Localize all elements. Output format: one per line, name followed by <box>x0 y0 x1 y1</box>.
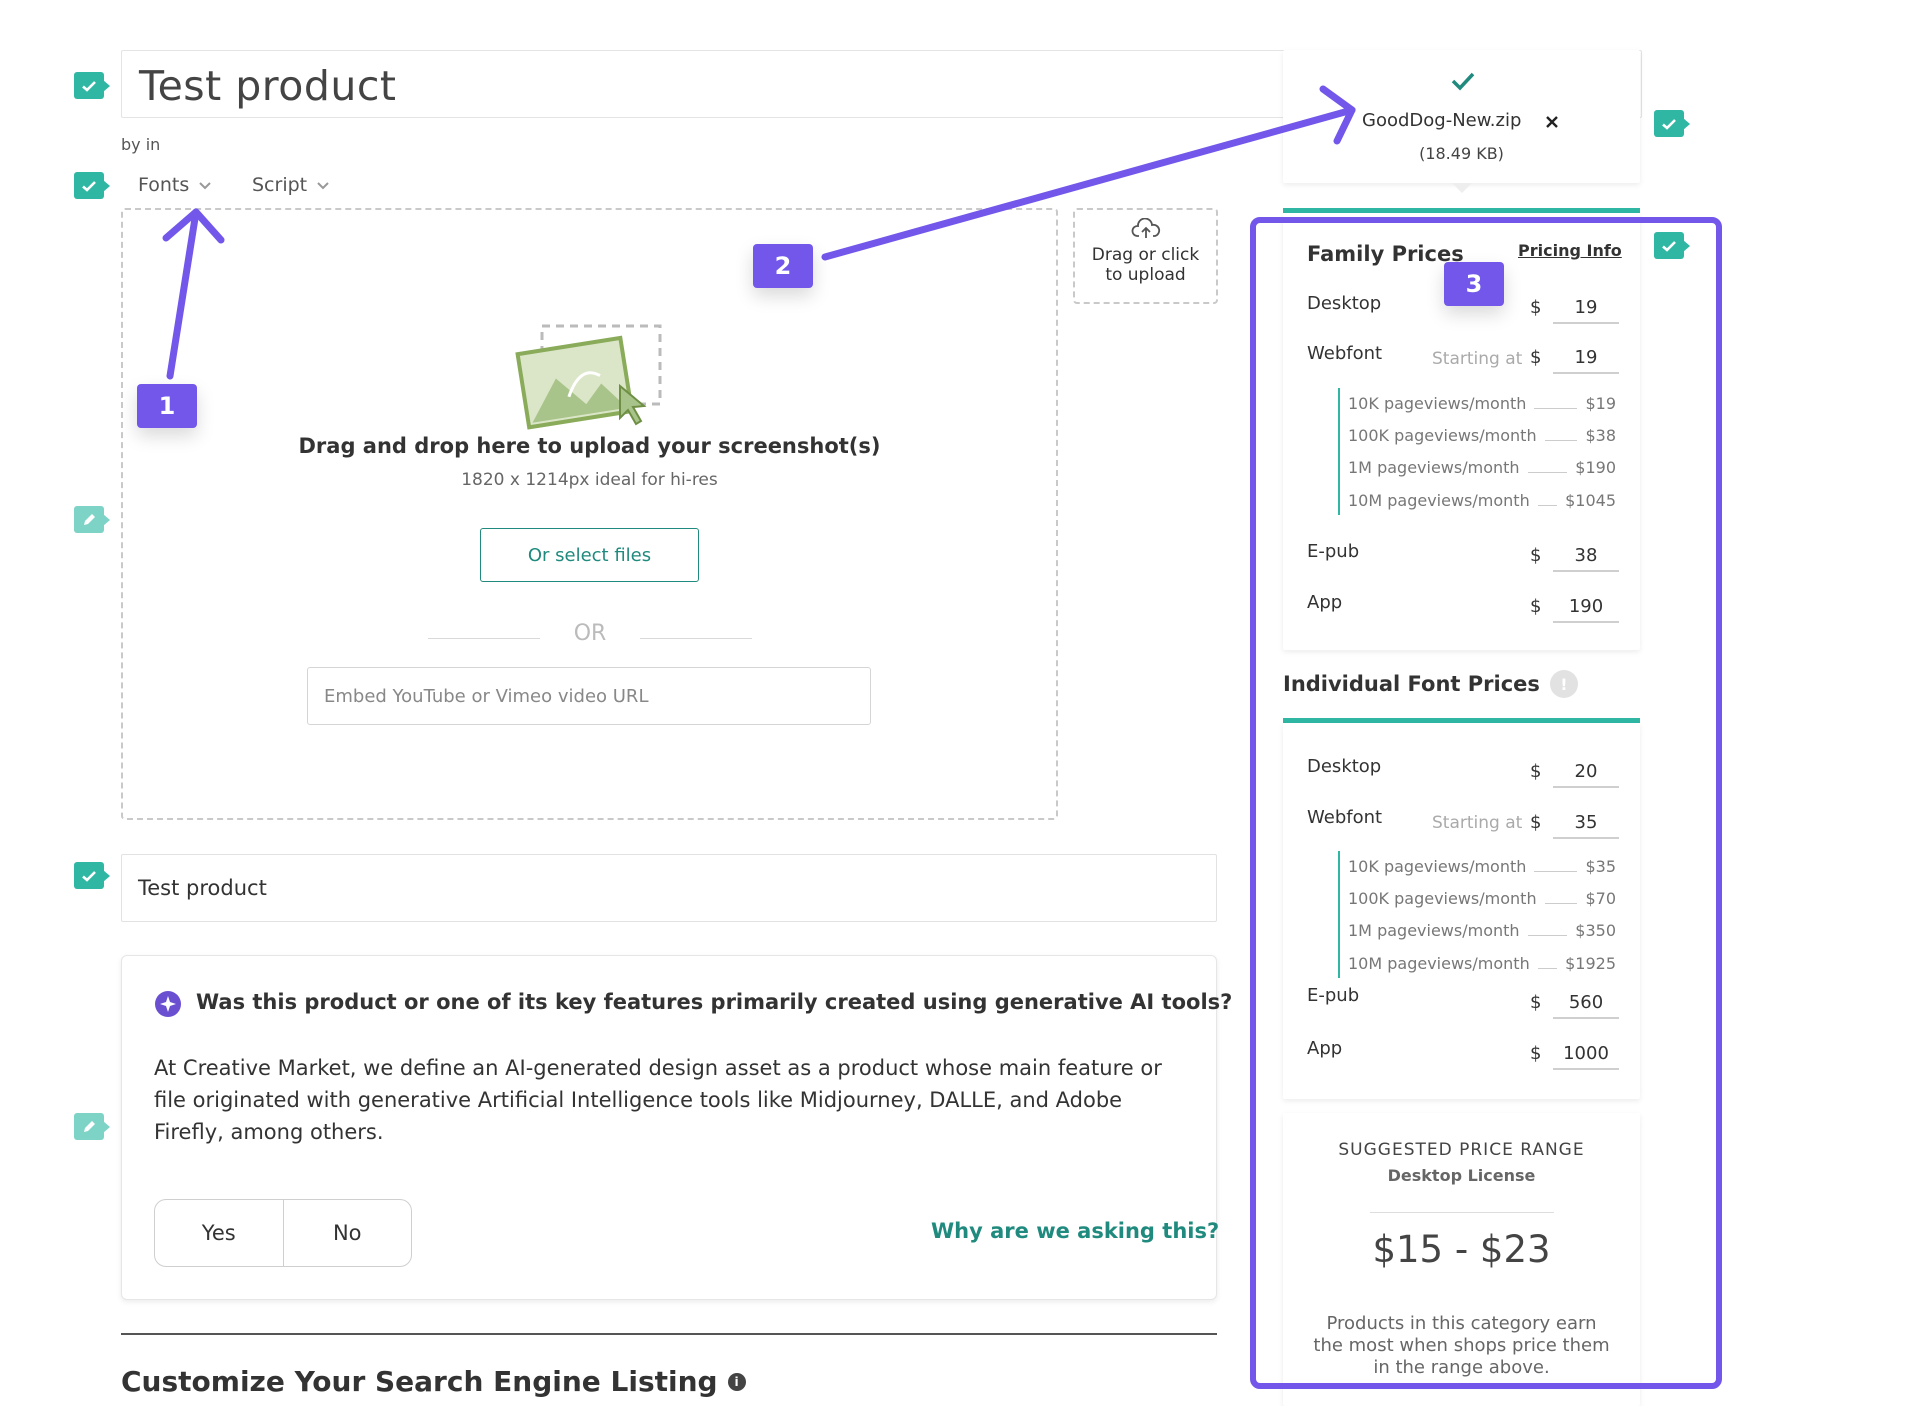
upload-line-1: Drag or click <box>1091 245 1200 265</box>
select-files-button[interactable]: Or select files <box>480 528 699 582</box>
sparkle-icon <box>155 991 181 1017</box>
card-pointer <box>1452 183 1472 193</box>
product-title: Test product <box>139 62 397 110</box>
yes-button[interactable]: Yes <box>155 1200 284 1266</box>
seo-title: Customize Your Search Engine Listing <box>121 1365 718 1398</box>
or-divider-label: OR <box>573 621 607 646</box>
divider <box>428 638 540 639</box>
dropzone-subtitle: 1820 x 1214px ideal for hi-res <box>461 470 718 490</box>
complete-status-icon <box>74 172 110 199</box>
dropzone-title: Drag and drop here to upload your screen… <box>298 434 881 458</box>
screenshot-dropzone[interactable] <box>121 208 1058 820</box>
no-button[interactable]: No <box>284 1200 412 1266</box>
pencil-status-icon <box>74 1113 110 1140</box>
annotation-highlight-box <box>1250 217 1722 1389</box>
annotation-badge-2: 2 <box>753 244 813 288</box>
video-url-input[interactable]: Embed YouTube or Vimeo video URL <box>307 667 871 725</box>
yes-no-toggle: Yes No <box>154 1199 412 1267</box>
divider <box>640 638 752 639</box>
annotation-badge-1: 1 <box>137 384 197 428</box>
fonts-dropdown[interactable]: Fonts <box>138 174 213 196</box>
chevron-down-icon <box>317 182 329 190</box>
product-name-input[interactable]: Test product <box>121 854 1217 922</box>
complete-status-icon <box>74 72 110 99</box>
fonts-dropdown-label: Fonts <box>138 174 190 196</box>
section-divider <box>121 1333 1217 1335</box>
complete-status-icon <box>1654 110 1690 137</box>
chevron-down-icon <box>199 182 211 190</box>
annotation-badge-3: 3 <box>1444 262 1504 306</box>
why-asking-link[interactable]: Why are we asking this? <box>931 1219 1219 1243</box>
check-icon <box>1451 72 1475 91</box>
info-icon[interactable]: i <box>727 1372 746 1391</box>
close-icon[interactable] <box>1544 114 1560 130</box>
pencil-status-icon <box>74 506 110 533</box>
file-upload-box[interactable]: Drag or click to upload <box>1073 208 1218 304</box>
image-upload-icon <box>515 324 662 430</box>
script-dropdown-label: Script <box>252 174 308 196</box>
script-dropdown[interactable]: Script <box>252 174 331 196</box>
ai-explanation: At Creative Market, we define an AI-gene… <box>154 1056 1162 1144</box>
cloud-upload-icon <box>1131 217 1160 238</box>
byline: by in <box>121 135 161 154</box>
file-name: GoodDog-New.zip <box>1362 110 1522 131</box>
upload-line-2: to upload <box>1105 265 1186 285</box>
complete-status-icon <box>74 862 110 889</box>
file-size: (18.49 KB) <box>1419 144 1504 163</box>
ai-question: Was this product or one of its key featu… <box>196 990 1233 1014</box>
seo-heading: Customize Your Search Engine Listing i <box>121 1365 746 1398</box>
